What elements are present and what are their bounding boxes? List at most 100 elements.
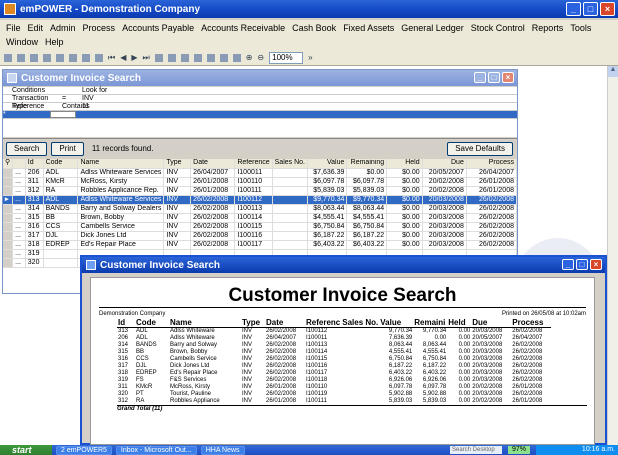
zoom-select[interactable]: 100% (269, 51, 304, 64)
table-cell[interactable]: 26/02/2008 (466, 240, 517, 250)
zoom-out-icon[interactable]: ⊖ (257, 53, 264, 62)
sort-icon[interactable] (82, 53, 90, 62)
table-cell[interactable]: 26/02/2008 (466, 195, 517, 205)
table-cell[interactable]: 20/03/2008 (422, 204, 467, 214)
table-cell[interactable]: 26/02/2008 (190, 204, 236, 214)
table-cell[interactable]: EDREP (43, 240, 79, 250)
find-icon[interactable] (180, 53, 189, 62)
condition-value[interactable]: 11 (80, 103, 517, 110)
table-cell[interactable]: 26/01/2008 (466, 177, 517, 187)
table-cell[interactable]: $0.00 (386, 204, 423, 214)
table-cell[interactable]: 26/04/2007 (466, 168, 517, 178)
table-cell[interactable]: 20/05/2007 (422, 168, 467, 178)
table-cell[interactable]: 26/02/2008 (190, 213, 236, 223)
prev-record-icon[interactable]: ◀ (120, 53, 126, 62)
start-button[interactable]: start (0, 445, 52, 455)
search-button[interactable]: Search (6, 141, 48, 156)
column-header[interactable]: Id (25, 159, 44, 169)
table-cell[interactable]: Adlss Whiteware Services (77, 168, 165, 178)
table-cell[interactable]: $0.00 (386, 231, 423, 241)
table-cell[interactable]: $0.00 (386, 177, 423, 187)
column-header[interactable]: Reference (234, 159, 273, 169)
close-button[interactable]: × (600, 2, 615, 16)
table-row[interactable]: ... 318 EDREP Ed's Repair Place INV 26/02/200… (3, 240, 517, 250)
table-cell[interactable]: INV (163, 177, 192, 187)
table-cell[interactable]: INV (163, 222, 192, 232)
new-condition-row[interactable]: * (3, 111, 517, 119)
table-cell[interactable]: 206 (25, 168, 44, 178)
cut-icon[interactable] (4, 53, 12, 62)
table-cell[interactable] (272, 222, 309, 232)
table-cell[interactable]: INV (163, 204, 192, 214)
row-selector[interactable]: ▸ (3, 195, 14, 205)
maximize-button[interactable]: □ (583, 2, 598, 16)
menu-item-edit[interactable]: Edit (28, 21, 44, 35)
table-cell[interactable]: 26/02/2008 (190, 231, 236, 241)
table-cell[interactable]: $6,403.22 (346, 240, 388, 250)
column-header[interactable]: Type (163, 159, 192, 169)
search-close-button[interactable]: × (502, 72, 514, 83)
taskbar-item-news[interactable]: HHA News (200, 445, 245, 455)
table-row[interactable]: ... 315 BB Brown, Bobby INV 26/02/2008 I100114… (3, 213, 517, 223)
table-cell[interactable]: $9,770.34 (346, 195, 388, 205)
column-header[interactable]: Name (77, 159, 165, 169)
undo-icon[interactable] (43, 53, 51, 62)
column-header[interactable]: Date (190, 159, 236, 169)
menu-item-file[interactable]: File (6, 21, 21, 35)
table-cell[interactable]: ... (12, 177, 26, 187)
table-cell[interactable]: ... (12, 204, 26, 214)
row-selector[interactable] (3, 168, 14, 178)
table-cell[interactable]: 26/01/2008 (466, 186, 517, 196)
condition-value[interactable]: INV (80, 95, 517, 102)
table-cell[interactable]: 20/03/2008 (422, 231, 467, 241)
table-cell[interactable]: $5,839.03 (307, 186, 348, 196)
table-cell[interactable]: Ed's Repair Place (77, 240, 165, 250)
column-header[interactable]: Sales No. (272, 159, 309, 169)
table-cell[interactable]: I100110 (234, 177, 273, 187)
report-maximize-button[interactable]: □ (576, 259, 588, 270)
table-cell[interactable]: 315 (25, 213, 44, 223)
table-cell[interactable]: $6,403.22 (307, 240, 348, 250)
table-cell[interactable]: ADL (43, 168, 79, 178)
table-cell[interactable]: 26/02/2008 (466, 222, 517, 232)
table-cell[interactable]: 20/03/2008 (422, 195, 467, 205)
column-header[interactable] (12, 159, 26, 169)
zoom-in-icon[interactable]: ⊕ (246, 53, 253, 62)
column-header[interactable]: Held (386, 159, 423, 169)
menu-item-process[interactable]: Process (83, 21, 116, 35)
row-selector[interactable] (3, 258, 14, 268)
table-cell[interactable]: 20/02/2008 (422, 186, 467, 196)
table-row[interactable]: ▸... 313 ADL Adlss Whiteware Services INV 26/… (3, 195, 517, 205)
spellcheck-icon[interactable] (69, 53, 77, 62)
table-cell[interactable]: ... (12, 168, 26, 178)
table-cell[interactable]: Adlss Whiteware Services (77, 195, 165, 205)
table-cell[interactable]: INV (163, 240, 192, 250)
table-cell[interactable]: $0.00 (386, 240, 423, 250)
table-cell[interactable]: INV (163, 168, 192, 178)
menu-item-general-ledger[interactable]: General Ledger (401, 21, 464, 35)
row-selector[interactable] (3, 231, 14, 241)
table-cell[interactable]: 26/04/2007 (190, 168, 236, 178)
row-selector[interactable] (3, 222, 14, 232)
window-icon[interactable] (206, 53, 215, 62)
table-cell[interactable]: 26/02/2008 (190, 240, 236, 250)
table-cell[interactable]: $0.00 (386, 195, 423, 205)
table-cell[interactable] (43, 258, 79, 268)
menu-item-window[interactable]: Window (6, 35, 38, 49)
filter-icon[interactable] (95, 53, 103, 62)
condition-row[interactable]: Reference Contains 11 (3, 103, 517, 111)
save-defaults-button[interactable]: Save Defaults (447, 141, 513, 156)
table-cell[interactable] (272, 240, 309, 250)
table-cell[interactable]: KMcR (43, 177, 79, 187)
table-cell[interactable]: $0.00 (386, 168, 423, 178)
minimize-button[interactable]: _ (566, 2, 581, 16)
table-cell[interactable]: $0.00 (386, 222, 423, 232)
table-cell[interactable]: I100115 (234, 222, 273, 232)
table-cell[interactable]: McRoss, Kirsty (77, 177, 165, 187)
table-row[interactable]: ... 206 ADL Adlss Whiteware Services INV 26/0… (3, 168, 517, 178)
table-row[interactable]: ... 312 RA Robbles Applicance Rep. INV 26/01/… (3, 186, 517, 196)
condition-operator[interactable]: Contains (62, 103, 90, 110)
table-cell[interactable]: Dick Jones Ltd (77, 231, 165, 241)
table-cell[interactable]: ... (12, 213, 26, 223)
table-cell[interactable]: I100114 (234, 213, 273, 223)
